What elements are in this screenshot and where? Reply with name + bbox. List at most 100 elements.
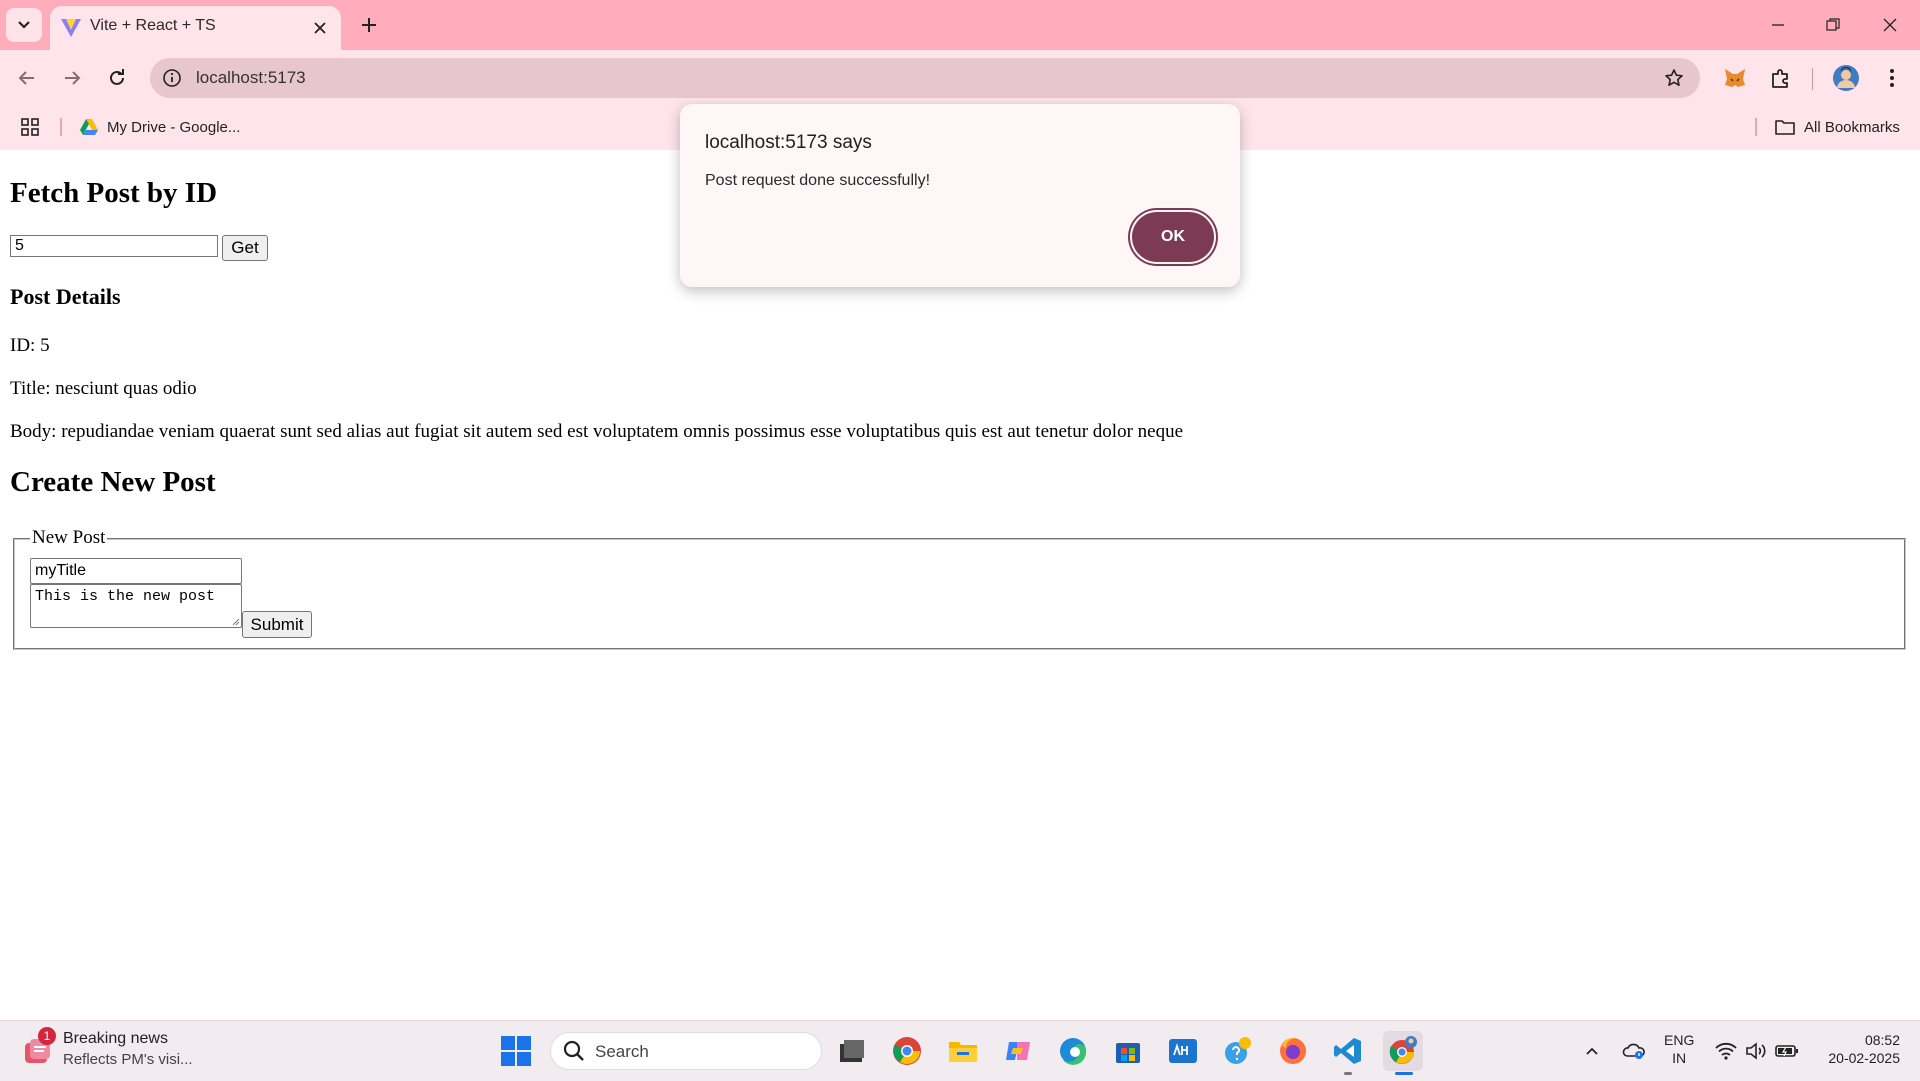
bookmark-my-drive[interactable]: My Drive - Google... [79,114,240,140]
news-badge: 1 [38,1027,56,1045]
post-details-heading: Post Details [10,284,121,309]
reload-icon [110,69,124,85]
windows-start-icon[interactable] [500,1035,532,1067]
taskbar-app-taskview[interactable] [832,1031,872,1071]
taskbar-app-help[interactable] [1218,1031,1258,1071]
avatar [1833,65,1859,91]
onedrive-tray-icon[interactable] [1620,1035,1648,1067]
submit-button[interactable]: Submit [242,611,312,638]
chrome-icon [893,1037,921,1065]
running-indicator [1344,1072,1352,1075]
restore-icon [1826,18,1840,31]
get-button[interactable]: Get [222,235,268,261]
bookmark-star-button[interactable] [1662,66,1686,90]
address-bar[interactable]: localhost:5173 [150,58,1700,98]
tab-close-button[interactable] [308,16,332,40]
taskbar-app-myhp[interactable] [1163,1031,1203,1071]
puzzle-icon [1772,69,1788,88]
windows-taskbar: 1 Breaking news Reflects PM's visi... Se… [0,1020,1920,1081]
show-hidden-icons-button[interactable] [1580,1035,1604,1067]
taskbar-app-firefox[interactable] [1273,1031,1313,1071]
new-tab-button[interactable] [352,8,386,42]
vite-icon [61,19,81,37]
arrow-left-icon [18,71,34,85]
close-icon [1883,18,1897,32]
taskbar-search-box[interactable]: Search [550,1032,822,1070]
speaker-icon [1746,1042,1766,1060]
post-id-line: ID: 5 [10,335,50,356]
active-indicator [1395,1072,1413,1075]
toolbar-separator [1812,68,1813,90]
metamask-extension-button[interactable] [1717,60,1753,96]
task-view-icon [840,1040,864,1062]
post-body-line: Body: repudiandae veniam quaerat sunt se… [10,421,1184,442]
new-post-title-input[interactable]: myTitle [30,558,242,584]
edge-icon [1060,1038,1087,1065]
dialog-message: Post request done successfully! [705,172,931,189]
taskbar-app-store[interactable] [1108,1031,1148,1071]
language-indicator[interactable]: ENG IN [1664,1031,1694,1067]
taskbar-app-chrome-profile[interactable] [1383,1031,1423,1075]
browser-menu-button[interactable] [1874,60,1910,96]
taskbar-app-file-explorer[interactable] [943,1031,983,1071]
profile-avatar-button[interactable] [1828,60,1864,96]
chrome-profile-icon [1389,1036,1417,1064]
taskbar-app-vscode[interactable] [1328,1031,1368,1075]
forward-button[interactable] [54,60,90,96]
language-line1: ENG [1664,1032,1695,1048]
vscode-icon [1334,1038,1361,1064]
post-id-value: 5 [15,237,24,254]
battery-tray-icon[interactable] [1774,1035,1800,1067]
resize-handle-icon[interactable] [231,617,240,626]
cloud-icon [1622,1043,1645,1059]
volume-tray-icon[interactable] [1744,1035,1768,1067]
close-icon [314,22,326,34]
bookmark-separator [60,118,62,136]
battery-icon [1775,1045,1798,1057]
bookmark-label: My Drive - Google... [107,118,241,136]
help-icon [1225,1037,1251,1064]
wifi-icon [1715,1042,1737,1060]
taskbar-app-edge[interactable] [1053,1031,1093,1071]
dialog-ok-button[interactable]: OK [1132,212,1214,262]
post-id-input[interactable]: 5 [10,235,218,257]
reload-button[interactable] [99,60,135,96]
firefox-icon [1280,1037,1306,1064]
extensions-button[interactable] [1763,60,1799,96]
tab-active[interactable]: Vite + React + TS [50,6,341,50]
search-placeholder: Search [595,1042,649,1061]
taskbar-app-chrome[interactable] [887,1031,927,1071]
news-title: Breaking news [63,1030,168,1047]
window-close-button[interactable] [1870,8,1910,42]
search-icon [563,1040,584,1061]
plus-icon [362,18,376,32]
alert-dialog: localhost:5173 says Post request done su… [680,104,1240,287]
clock-date: 20-02-2025 [1828,1050,1900,1066]
language-line2: IN [1672,1050,1687,1066]
title-input-value: myTitle [35,562,86,579]
back-button[interactable] [9,60,45,96]
myhp-icon [1169,1039,1197,1063]
wifi-tray-icon[interactable] [1714,1035,1738,1067]
taskbar-clock[interactable]: 08:52 20-02-2025 [1810,1031,1900,1067]
browser-toolbar: localhost:5173 [0,50,1920,104]
browser-titlebar: Vite + React + TS [0,0,1920,50]
new-post-body-textarea[interactable]: This is the new post [30,584,242,628]
all-bookmarks-button[interactable]: All Bookmarks [1775,114,1900,140]
restore-button[interactable] [1813,8,1853,42]
apps-grid-icon [21,118,39,136]
fieldset-legend: New Post [30,527,108,549]
tab-search-button[interactable] [6,8,42,42]
more-vertical-icon [1890,69,1894,87]
folder-icon [1775,120,1795,135]
clock-time: 08:52 [1864,1032,1900,1048]
bookmark-separator [1755,118,1757,136]
minimize-button[interactable] [1758,8,1798,42]
tab-title: Vite + React + TS [90,17,216,34]
folder-icon [949,1042,977,1062]
taskbar-app-copilot[interactable] [998,1031,1038,1071]
site-info-icon[interactable] [160,66,184,90]
apps-button[interactable] [20,114,40,140]
textarea-value: This is the new post [35,588,216,605]
arrow-right-icon [65,71,81,85]
